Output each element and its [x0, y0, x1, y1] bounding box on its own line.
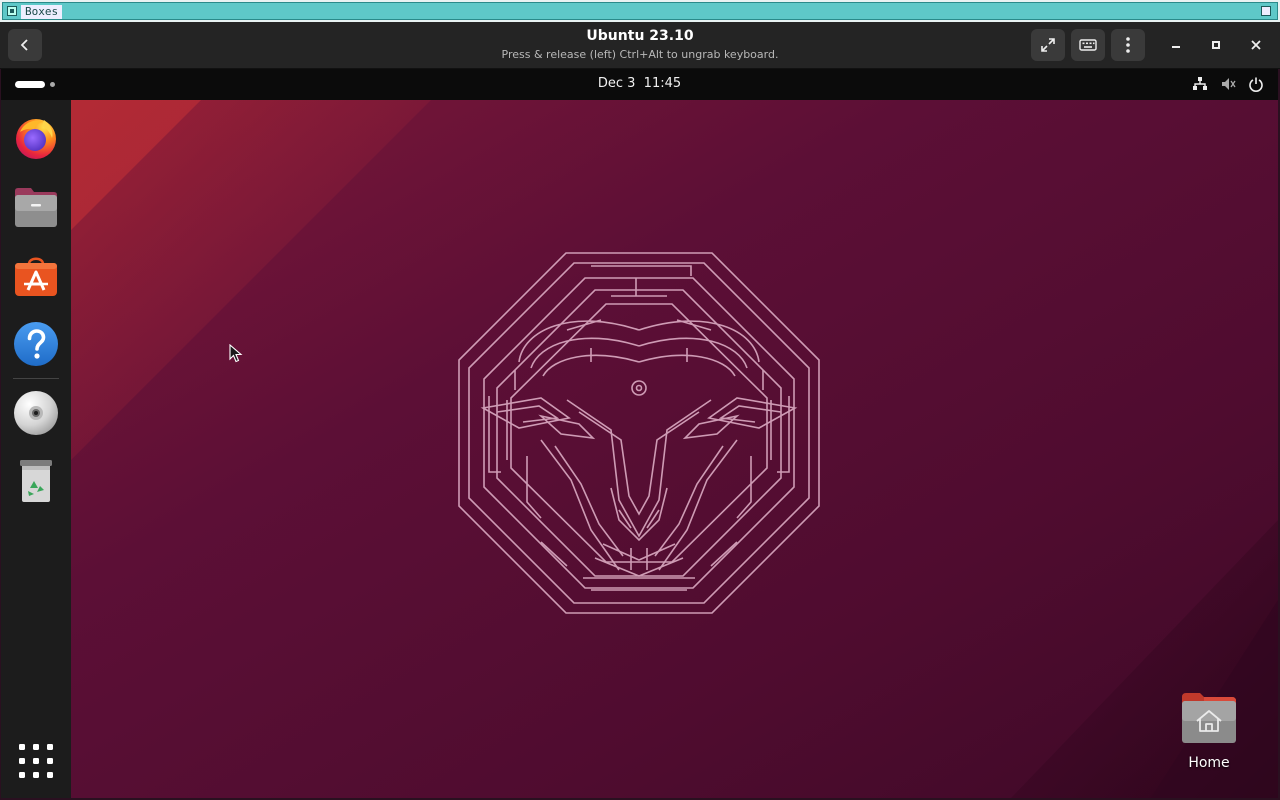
- kebab-menu-icon: [1126, 37, 1130, 53]
- home-folder-label: Home: [1188, 755, 1230, 771]
- top-panel: Dec 3 11:45: [1, 69, 1278, 100]
- fullscreen-icon: [1041, 38, 1055, 52]
- app-center-icon: [15, 257, 57, 296]
- files-icon: [15, 188, 57, 227]
- show-apps-grid-icon[interactable]: [18, 743, 54, 779]
- maximize-button[interactable]: [1204, 33, 1228, 57]
- dock-item-optical-disc[interactable]: [13, 390, 59, 436]
- boxes-header-bar: Ubuntu 23.10 Press & release (left) Ctrl…: [0, 22, 1280, 69]
- firefox-icon: [16, 119, 56, 159]
- help-icon: [14, 322, 58, 366]
- close-icon: [1251, 40, 1261, 50]
- host-window-menu-icon[interactable]: [1261, 6, 1271, 16]
- dock: [1, 100, 71, 798]
- dock-item-files[interactable]: [13, 184, 59, 230]
- optical-disc-icon: [14, 391, 58, 435]
- clock[interactable]: Dec 3 11:45: [1, 76, 1278, 91]
- volume-muted-icon: [1222, 78, 1236, 90]
- mouse-pointer-icon: [229, 344, 243, 363]
- trash-icon: [20, 460, 52, 502]
- host-window-title: Boxes: [21, 5, 63, 19]
- minimize-icon: [1172, 46, 1180, 48]
- system-menu[interactable]: [1192, 76, 1264, 92]
- menu-button[interactable]: [1111, 29, 1145, 61]
- dock-item-help[interactable]: [13, 321, 59, 367]
- desktop-home-folder[interactable]: Home: [1169, 689, 1249, 779]
- network-wired-icon: [1193, 77, 1207, 90]
- fullscreen-button[interactable]: [1031, 29, 1065, 61]
- home-folder-icon: [1182, 693, 1236, 743]
- maximize-icon: [1212, 41, 1220, 49]
- minimize-button[interactable]: [1164, 33, 1188, 57]
- desktop-wallpaper[interactable]: [71, 100, 1278, 798]
- host-titlebar: Boxes: [0, 0, 1280, 22]
- keyboard-button[interactable]: [1071, 29, 1105, 61]
- keyboard-icon: [1079, 39, 1097, 51]
- boxes-app-icon: [7, 6, 17, 16]
- dock-separator: [13, 378, 59, 379]
- guest-display[interactable]: Dec 3 11:45 Home: [1, 69, 1278, 798]
- power-icon: [1249, 77, 1263, 92]
- dock-item-firefox[interactable]: [13, 115, 59, 161]
- close-button[interactable]: [1244, 33, 1268, 57]
- dock-item-trash[interactable]: [13, 458, 59, 504]
- dock-item-app-center[interactable]: [13, 252, 59, 298]
- host-titlebar-inner: Boxes: [2, 2, 1278, 20]
